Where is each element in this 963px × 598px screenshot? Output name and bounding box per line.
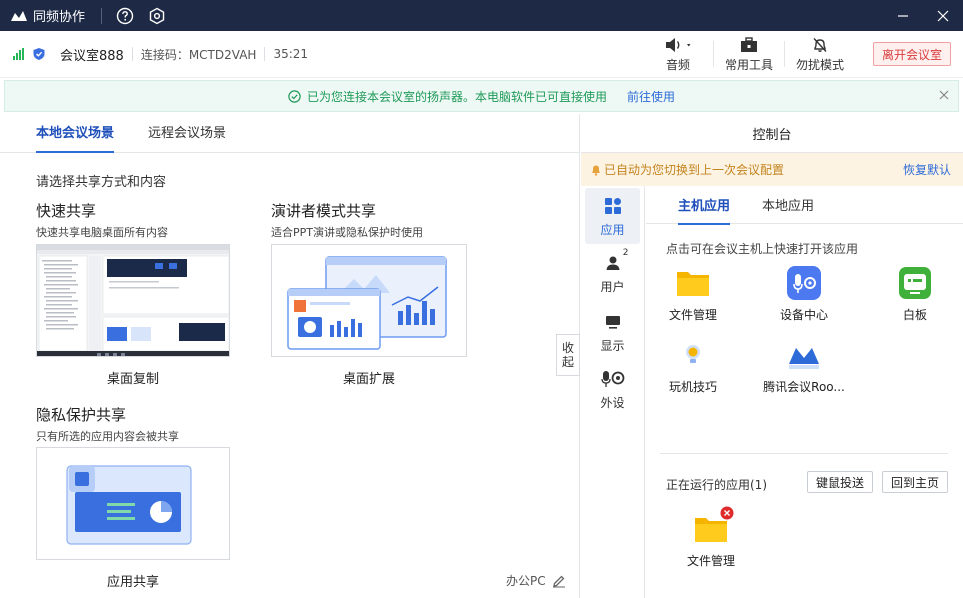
device-center-icon (787, 266, 821, 300)
presenter-share-title: 演讲者模式共享 (271, 202, 377, 220)
console-title: 控制台 (581, 114, 963, 153)
folder-icon (677, 272, 709, 296)
quick-share-title: 快速共享 (36, 202, 97, 220)
tencent-meeting-rooms-icon (789, 348, 819, 369)
app-window-illustration (37, 448, 229, 559)
minimize-button[interactable] (883, 0, 923, 31)
apps-grid-icon (604, 197, 621, 214)
leave-room-button[interactable]: 离开会议室 (872, 42, 951, 66)
app-share-thumbnail[interactable] (36, 447, 230, 560)
close-icon (937, 10, 949, 21)
lightbulb-icon (686, 345, 700, 363)
mic-camera-icon (600, 370, 624, 387)
close-app-icon[interactable] (720, 506, 734, 520)
app-device-center[interactable]: 设备中心 (759, 266, 849, 323)
chevron-down-icon (686, 43, 691, 46)
apps-hint: 点击可在会议主机上快速打开该应用 (666, 242, 859, 256)
apps-area: 主机应用 本地应用 点击可在会议主机上快速打开该应用 文件管理 设备中心 白板 … (646, 186, 963, 598)
privacy-share-title: 隐私保护共享 (36, 406, 127, 424)
meeting-duration: 35:21 (273, 47, 309, 61)
desktop-screenshot-image (37, 245, 229, 356)
sidebar-item-display[interactable]: 显示 (585, 304, 640, 360)
monitor-icon (605, 315, 620, 329)
user-icon (606, 256, 619, 270)
kvm-send-button[interactable]: 键鼠投送 (807, 471, 874, 493)
sidebar-item-users[interactable]: 2 用户 (585, 245, 640, 301)
title-divider (101, 7, 103, 24)
edit-pencil-icon[interactable] (552, 574, 566, 588)
logo-icon (11, 10, 27, 21)
meeting-header: 会议室888 连接码：MCTD2VAH 35:21 音频 常用工具 勿扰模式 离… (0, 31, 963, 78)
connection-notice: 已为您连接本会议室的扬声器。本电脑软件已可直接使用 前往使用 (4, 80, 959, 112)
success-check-icon (288, 89, 301, 103)
presenter-share-desc: 适合PPT演讲或隐私保护时使用 (271, 226, 423, 239)
signal-strength-icon (13, 48, 24, 60)
speaker-icon (665, 37, 691, 52)
collapse-panel-button[interactable]: 收 起 (556, 334, 580, 376)
tab-local-scene[interactable]: 本地会议场景 (36, 122, 115, 153)
app-tencent-meeting-rooms[interactable]: 腾讯会议Roo... (759, 338, 849, 395)
extended-display-illustration (272, 245, 466, 356)
console-sidebar: 应用 2 用户 显示 外设 (581, 186, 645, 598)
privacy-share-desc: 只有所选的应用内容会被共享 (36, 430, 179, 443)
restore-default-link[interactable]: 恢复默认 (903, 161, 951, 178)
sidebar-item-peripherals[interactable]: 外设 (585, 361, 640, 417)
desktop-copy-label: 桌面复制 (106, 372, 159, 387)
minimize-icon (898, 14, 908, 17)
share-panel: 本地会议场景 远程会议场景 请选择共享方式和内容 快速共享 快速共享电脑桌面所有… (0, 114, 580, 598)
running-app-file-manager[interactable]: 文件管理 (666, 506, 756, 569)
tab-local-apps[interactable]: 本地应用 (762, 186, 814, 224)
quick-share-desc: 快速共享电脑桌面所有内容 (36, 226, 168, 239)
console-panel: 控制台 已自动为您切换到上一次会议配置 恢复默认 应用 2 用户 显示 外设 主… (581, 114, 963, 598)
toolbox-icon (740, 36, 757, 52)
app-tabs: 主机应用 本地应用 (646, 186, 963, 225)
connection-code: 连接码：MCTD2VAH (140, 47, 257, 62)
room-name: 会议室888 (60, 48, 124, 64)
secure-shield-icon (33, 48, 45, 60)
app-whiteboard[interactable]: 白板 (870, 266, 960, 323)
desktop-copy-thumbnail[interactable] (36, 244, 230, 357)
scene-tabs: 本地会议场景 远程会议场景 (0, 114, 579, 153)
app-name: 同频协作 (33, 10, 86, 25)
title-bar: 同频协作 (0, 0, 963, 31)
app-share-label: 应用共享 (106, 575, 159, 590)
close-notice-icon[interactable] (938, 89, 950, 101)
running-apps-label: 正在运行的应用(1) (666, 478, 767, 492)
audio-button[interactable]: 音频 (643, 31, 713, 78)
user-count-badge: 2 (622, 247, 629, 258)
warning-bell-icon (592, 165, 600, 176)
bell-muted-icon (813, 37, 827, 52)
whiteboard-icon (899, 267, 931, 299)
close-window-button[interactable] (923, 0, 963, 31)
config-warning: 已自动为您切换到上一次会议配置 恢复默认 (581, 153, 963, 186)
tab-host-apps[interactable]: 主机应用 (678, 186, 731, 225)
do-not-disturb-button[interactable]: 勿扰模式 (785, 31, 855, 78)
common-tools-button[interactable]: 常用工具 (714, 31, 784, 78)
app-tips[interactable]: 玩机技巧 (648, 338, 738, 395)
app-logo: 同频协作 (10, 6, 85, 25)
desktop-extend-label: 桌面扩展 (342, 372, 395, 387)
help-icon[interactable] (116, 7, 134, 25)
share-prompt: 请选择共享方式和内容 (36, 175, 167, 190)
sidebar-item-apps[interactable]: 应用 (585, 188, 640, 244)
notice-text: 已为您连接本会议室的扬声器。本电脑软件已可直接使用 (306, 89, 607, 104)
warning-text: 已自动为您切换到上一次会议配置 (604, 163, 785, 177)
office-pc-label: 办公PC (506, 572, 566, 589)
go-use-link[interactable]: 前往使用 (627, 88, 675, 105)
back-home-button[interactable]: 回到主页 (882, 471, 949, 493)
desktop-extend-thumbnail[interactable] (271, 244, 467, 357)
app-file-manager[interactable]: 文件管理 (648, 266, 738, 323)
tab-remote-scene[interactable]: 远程会议场景 (148, 122, 226, 152)
settings-gear-icon[interactable] (148, 7, 166, 25)
